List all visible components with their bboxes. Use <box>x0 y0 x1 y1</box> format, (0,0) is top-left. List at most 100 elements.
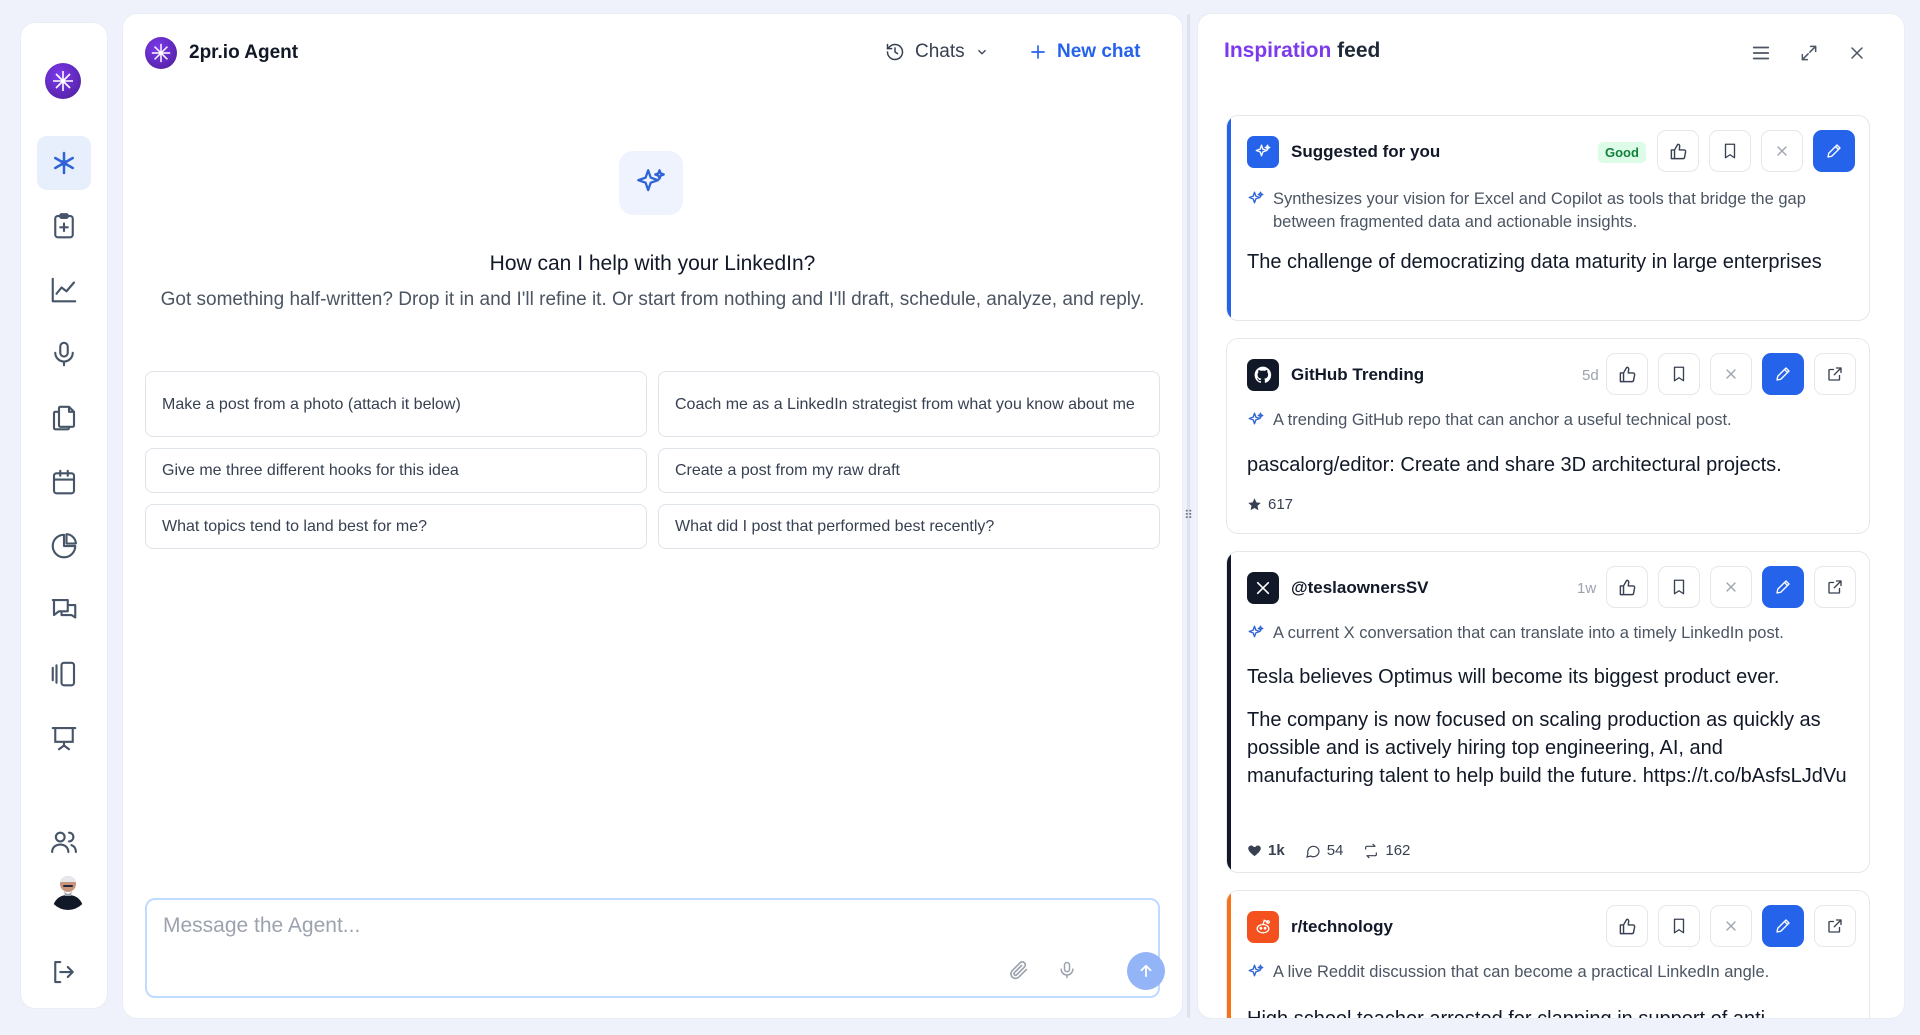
save-button[interactable] <box>1658 905 1700 947</box>
sidebar-item-reports[interactable] <box>37 519 91 573</box>
user-avatar[interactable] <box>48 870 88 910</box>
sidebar-item-analytics[interactable] <box>37 263 91 317</box>
card-source-name: GitHub Trending <box>1291 365 1425 384</box>
dismiss-button[interactable] <box>1710 353 1752 395</box>
sidebar-item-team[interactable] <box>37 815 91 869</box>
feed-card-reddit[interactable]: r/technology A live Reddit discussion th… <box>1226 890 1870 1018</box>
github-icon <box>1247 359 1279 391</box>
attach-paperclip-icon[interactable] <box>1005 956 1033 984</box>
feed-title-rest: feed <box>1331 39 1381 62</box>
close-icon <box>1726 369 1736 379</box>
close-icon[interactable] <box>1842 38 1872 68</box>
dismiss-button[interactable] <box>1761 130 1803 172</box>
thumbs-up-icon <box>1619 918 1635 934</box>
card-source-name: Suggested for you <box>1291 142 1441 161</box>
bookmark-icon <box>1724 143 1736 159</box>
comments-count: 54 <box>1326 842 1344 859</box>
send-button[interactable] <box>1127 952 1165 990</box>
save-button[interactable] <box>1658 566 1700 608</box>
heart-icon <box>1248 845 1261 857</box>
like-button[interactable] <box>1657 130 1699 172</box>
bookmark-icon <box>1673 579 1685 595</box>
pencil-icon <box>1776 919 1790 933</box>
external-link-icon <box>1828 580 1842 594</box>
bookmark-icon <box>1673 918 1685 934</box>
voice-input-microphone-icon[interactable] <box>1053 956 1081 984</box>
bookmark-icon <box>1673 366 1685 382</box>
dismiss-button[interactable] <box>1710 566 1752 608</box>
welcome-title: How can I help with your LinkedIn? <box>489 252 816 275</box>
sparkle-icon <box>1248 964 1264 977</box>
agent-icon <box>54 151 74 175</box>
save-button[interactable] <box>1658 353 1700 395</box>
arrow-up-icon <box>1140 964 1152 978</box>
suggestion-chip[interactable]: Give me three different hooks for this i… <box>145 448 647 493</box>
open-external-button[interactable] <box>1814 566 1856 608</box>
chevron-down-icon <box>977 49 986 55</box>
pencil-icon <box>1776 367 1790 381</box>
write-post-button[interactable] <box>1762 353 1804 395</box>
feed-card-github[interactable]: GitHub Trending 5d A trending GitHub rep… <box>1226 338 1870 534</box>
card-reason: A live Reddit discussion that can become… <box>1247 961 1857 984</box>
card-reason: Synthesizes your vision for Excel and Co… <box>1247 188 1857 234</box>
suggestion-chip[interactable]: Coach me as a LinkedIn strategist from w… <box>658 371 1160 437</box>
message-input[interactable] <box>163 914 1063 938</box>
card-reason-text: A trending GitHub repo that can anchor a… <box>1273 411 1732 429</box>
line-chart-icon <box>51 277 77 303</box>
card-reason-text: A current X conversation that can transl… <box>1273 624 1784 642</box>
sidebar-item-create-post[interactable] <box>37 199 91 253</box>
card-source-name: @teslaownersSV <box>1291 578 1429 597</box>
open-external-button[interactable] <box>1814 905 1856 947</box>
drag-handle-icon[interactable]: ⠿ <box>1184 507 1193 523</box>
suggestion-chip[interactable]: What did I post that performed best rece… <box>658 504 1160 549</box>
card-accent-bar <box>1227 116 1231 320</box>
feed-card-suggested[interactable]: Suggested for you Good Synthesizes your … <box>1226 115 1870 321</box>
close-icon <box>1777 146 1787 156</box>
welcome-subtitle: Got something half-written? Drop it in a… <box>160 289 1145 310</box>
presentation-icon <box>51 726 77 751</box>
stars-stat: 617 <box>1247 496 1293 513</box>
app-logo-icon[interactable] <box>45 63 81 99</box>
write-post-button[interactable] <box>1762 905 1804 947</box>
sidebar-item-agent[interactable] <box>37 136 91 190</box>
chats-label: Chats <box>915 41 965 62</box>
expand-icon[interactable] <box>1794 38 1824 68</box>
reposts-stat: 162 <box>1363 842 1410 859</box>
card-accent-bar <box>1227 552 1231 872</box>
suggestion-chip[interactable]: What topics tend to land best for me? <box>145 504 647 549</box>
close-icon <box>1726 921 1736 931</box>
suggestion-chip[interactable]: Create a post from my raw draft <box>658 448 1160 493</box>
card-age: 1w <box>1577 580 1597 597</box>
sidebar-item-drafts[interactable] <box>37 391 91 445</box>
write-post-button[interactable] <box>1762 566 1804 608</box>
likes-stat: 1k <box>1247 842 1285 859</box>
x-logo-icon <box>1247 572 1279 604</box>
sidebar-item-calendar[interactable] <box>37 455 91 509</box>
chats-dropdown[interactable]: Chats <box>885 41 989 63</box>
like-button[interactable] <box>1606 353 1648 395</box>
calendar-icon <box>52 469 76 495</box>
card-headline: Tesla believes Optimus will become its b… <box>1247 666 1780 688</box>
likes-count: 1k <box>1268 842 1285 859</box>
sidebar-item-logout[interactable] <box>37 945 91 999</box>
feed-card-x-post[interactable]: @teslaownersSV 1w A current X conversati… <box>1226 551 1870 873</box>
write-post-button[interactable] <box>1813 130 1855 172</box>
open-external-button[interactable] <box>1814 353 1856 395</box>
carousel-icon <box>51 661 76 687</box>
card-reason: A current X conversation that can transl… <box>1247 622 1857 645</box>
dismiss-button[interactable] <box>1710 905 1752 947</box>
sidebar-item-voice[interactable] <box>37 327 91 381</box>
suggestion-chip[interactable]: Make a post from a photo (attach it belo… <box>145 371 647 437</box>
card-stats: 1k 54 162 <box>1247 842 1410 859</box>
sparkle-icon <box>1248 625 1264 638</box>
feed-menu-icon[interactable] <box>1746 38 1776 68</box>
like-button[interactable] <box>1606 566 1648 608</box>
sidebar-item-carousels[interactable] <box>37 647 91 701</box>
new-chat-button[interactable]: New chat <box>1029 41 1140 63</box>
sidebar-item-comments[interactable] <box>37 583 91 637</box>
copy-documents-icon <box>52 405 76 431</box>
sidebar-item-presentations[interactable] <box>37 711 91 765</box>
quality-badge: Good <box>1598 142 1646 163</box>
like-button[interactable] <box>1606 905 1648 947</box>
save-button[interactable] <box>1709 130 1751 172</box>
